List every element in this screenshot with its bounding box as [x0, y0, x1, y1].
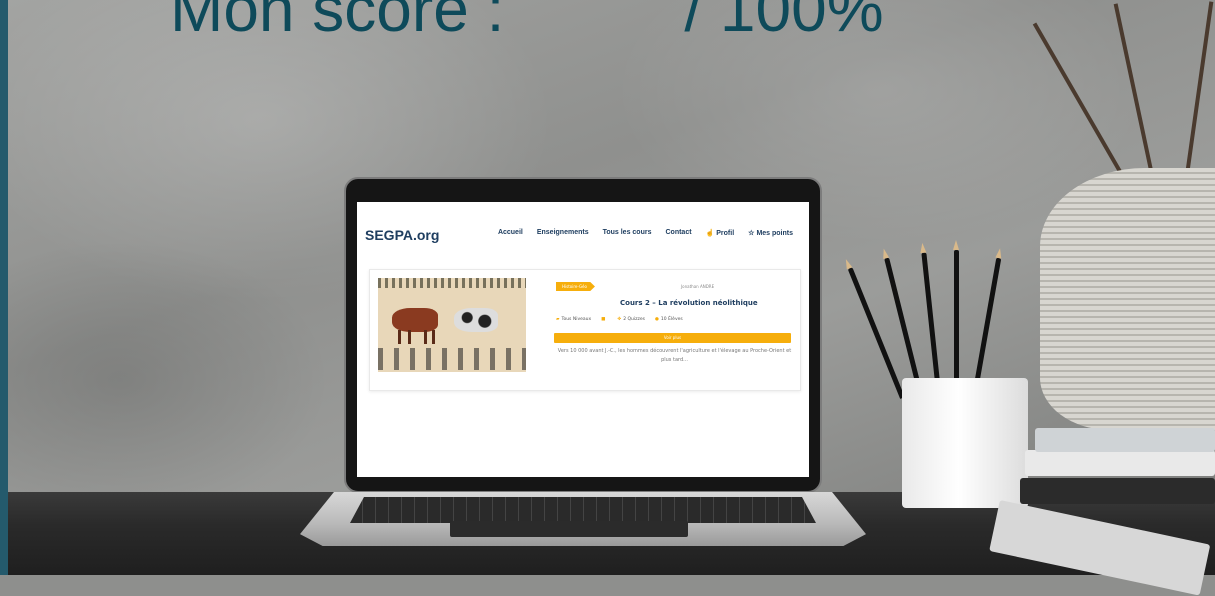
nav-item-tous-les-cours[interactable]: Tous les cours: [603, 229, 652, 237]
nav-item-accueil[interactable]: Accueil: [498, 229, 523, 237]
signal-bars-icon: ▰: [556, 317, 560, 322]
hand-pointer-icon: ☝: [705, 230, 715, 237]
course-author[interactable]: Jonathan ANDRE: [681, 284, 714, 289]
star-outline-icon: ☆: [748, 230, 755, 237]
score-label: Mon score :: [170, 0, 505, 45]
site-nav: SEGPA.org Accueil Enseignements Tous les…: [357, 222, 809, 248]
course-thumbnail[interactable]: [378, 278, 526, 372]
puzzle-icon: ✤: [617, 317, 622, 322]
level-meta: ▰ Tous Niveaux: [556, 317, 591, 322]
pencil-cup: [902, 378, 1028, 508]
course-title[interactable]: Cours 2 – La révolution néolithique: [620, 299, 758, 307]
course-meta: ▰ Tous Niveaux ■ ✤ 2 Quizzes ● 10 Élèves: [556, 317, 683, 322]
site-logo[interactable]: SEGPA.org: [365, 227, 439, 243]
score-heading: Mon score : / 100%: [170, 0, 884, 46]
nav-item-enseignements[interactable]: Enseignements: [537, 229, 589, 237]
ribbed-vase: [1040, 168, 1215, 430]
nav-item-profil[interactable]: ☝ Profil: [706, 229, 735, 237]
students-label: 10 Élèves: [660, 317, 683, 322]
book-icon: ■: [601, 317, 606, 322]
nav-item-profil-label: Profil: [716, 230, 735, 237]
nav-item-mes-points[interactable]: ☆ Mes points: [748, 229, 793, 237]
category-badge[interactable]: Histoire-Géo: [556, 282, 595, 291]
course-excerpt: Vers 10 000 avant J.-C., les hommes déco…: [557, 348, 792, 363]
nav-menu: Accueil Enseignements Tous les cours Con…: [498, 229, 793, 237]
nav-item-mes-points-label: Mes points: [756, 230, 793, 237]
laptop-keyboard: [350, 497, 816, 523]
voir-plus-button[interactable]: Voir plus: [554, 333, 791, 343]
nav-item-contact[interactable]: Contact: [665, 229, 691, 237]
course-card: Histoire-Géo Jonathan ANDRE Cours 2 – La…: [369, 269, 801, 391]
students-meta: ● 10 Élèves: [655, 317, 683, 322]
left-accent-stripe: [0, 0, 8, 575]
laptop-trackpad: [450, 521, 688, 537]
laptop-screen: SEGPA.org Accueil Enseignements Tous les…: [357, 202, 809, 477]
user-icon: ●: [654, 317, 659, 322]
level-label: Tous Niveaux: [561, 317, 592, 322]
quizzes-label: 2 Quizzes: [623, 317, 645, 322]
score-suffix: / 100%: [684, 0, 884, 45]
lessons-meta: ■: [601, 317, 607, 322]
quizzes-meta: ✤ 2 Quizzes: [617, 317, 645, 322]
